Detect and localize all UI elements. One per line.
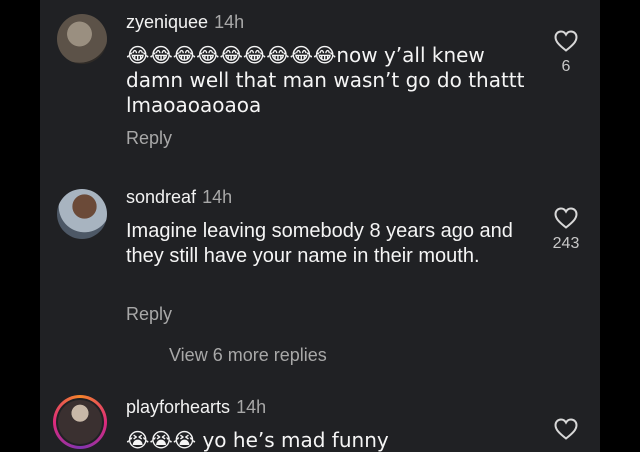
comment-meta: zyeniquee 14h bbox=[126, 12, 244, 33]
comment-text: Imagine leaving somebody 8 years ago and… bbox=[126, 220, 513, 267]
like-count: 6 bbox=[561, 58, 571, 75]
timestamp: 14h bbox=[236, 397, 267, 417]
heart-icon[interactable] bbox=[554, 207, 578, 229]
like-button[interactable] bbox=[546, 418, 586, 440]
comment-meta: sondreaf 14h bbox=[126, 187, 232, 208]
avatar[interactable] bbox=[57, 189, 107, 239]
comment-text: 😂😂😂😂😂😂😂😂😂now y’all knew damn well that m… bbox=[126, 43, 525, 117]
comments-panel: zyeniquee 14h 😂😂😂😂😂😂😂😂😂now y’all knew dam… bbox=[40, 0, 600, 452]
timestamp: 14h bbox=[214, 12, 245, 32]
comment-text: 😭😭😭 yo he’s mad funny bbox=[126, 428, 389, 452]
username[interactable]: sondreaf bbox=[126, 187, 196, 207]
reply-button[interactable]: Reply bbox=[126, 128, 172, 149]
heart-icon[interactable] bbox=[554, 30, 578, 52]
comment-meta: playforhearts 14h bbox=[126, 397, 266, 418]
like-count: 243 bbox=[552, 235, 580, 252]
heart-icon[interactable] bbox=[554, 418, 578, 440]
username[interactable]: zyeniquee bbox=[126, 12, 208, 32]
avatar-image bbox=[58, 400, 102, 444]
avatar-ring-inner bbox=[56, 398, 104, 446]
reply-button[interactable]: Reply bbox=[126, 304, 172, 325]
avatar[interactable] bbox=[57, 14, 107, 64]
avatar[interactable] bbox=[53, 395, 107, 449]
view-more-replies-button[interactable]: View 6 more replies bbox=[169, 345, 327, 366]
like-button[interactable]: 6 bbox=[546, 30, 586, 76]
username[interactable]: playforhearts bbox=[126, 397, 230, 417]
timestamp: 14h bbox=[202, 187, 233, 207]
like-button[interactable]: 243 bbox=[546, 207, 586, 253]
